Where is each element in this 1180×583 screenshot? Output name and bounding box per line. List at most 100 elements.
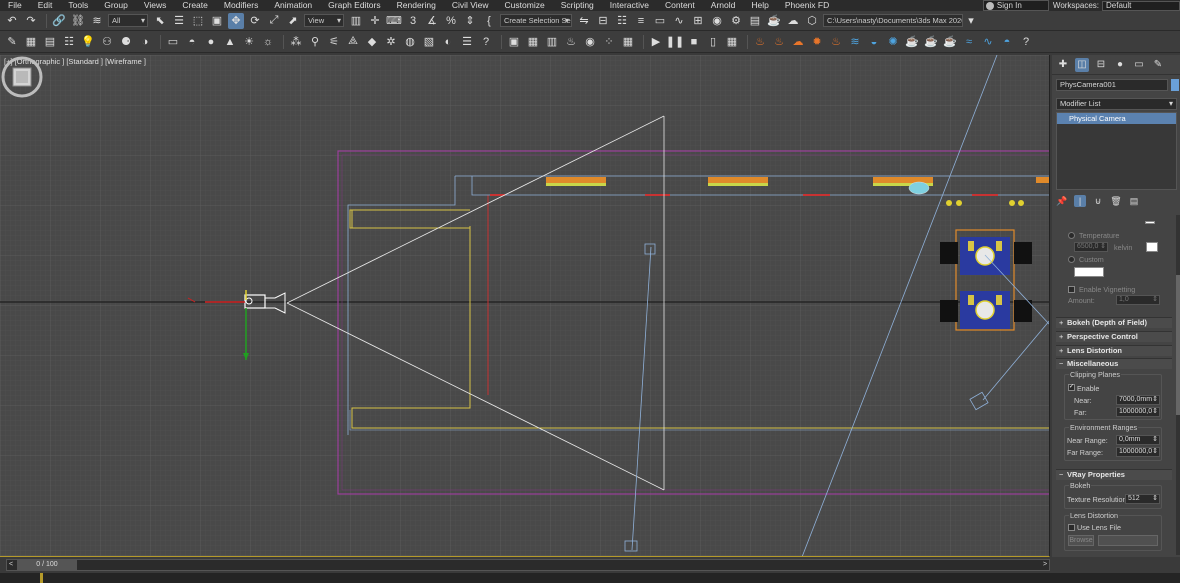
menu-interactive[interactable]: Interactive	[602, 0, 657, 11]
beer-preset-icon[interactable]: ☕	[904, 34, 920, 50]
vray-sphere-icon[interactable]: ◍	[402, 34, 418, 50]
orthographic-viewport[interactable]: [+] [Orthographic ] [Standard ] [Wirefra…	[0, 55, 1050, 557]
keyboard-shortcut-icon[interactable]: ⌨	[386, 13, 402, 29]
temperature-color-swatch[interactable]	[1146, 242, 1158, 252]
menu-create[interactable]: Create	[174, 0, 216, 11]
render-icon[interactable]: ☕	[766, 13, 782, 29]
percent-snap-icon[interactable]: %	[443, 13, 459, 29]
menu-modifiers[interactable]: Modifiers	[216, 0, 266, 11]
curve-editor-icon[interactable]: ∿	[671, 13, 687, 29]
rollout-vray-properties[interactable]: VRay Properties	[1056, 469, 1172, 480]
phoenix-emitter-icon[interactable]: ▦	[620, 34, 636, 50]
toggle-layer-explorer-icon[interactable]: ≡	[633, 13, 649, 29]
menu-phoenix-fd[interactable]: Phoenix FD	[777, 0, 837, 11]
configure-modifier-sets-icon[interactable]: ▤	[1128, 195, 1140, 207]
rollout-perspective-control[interactable]: Perspective Control	[1056, 331, 1172, 342]
link-icon[interactable]: 🔗	[51, 13, 67, 29]
remove-modifier-icon[interactable]: 🗑	[1110, 195, 1122, 207]
selection-filter-dropdown[interactable]: All	[108, 14, 148, 27]
fire-preset-icon[interactable]: ♨	[752, 34, 768, 50]
vray-clipper-icon[interactable]: ◆	[364, 34, 380, 50]
menu-arnold[interactable]: Arnold	[703, 0, 744, 11]
modifier-list-dropdown[interactable]: Modifier List	[1056, 98, 1177, 110]
phoenix-particles-icon[interactable]: ⁘	[601, 34, 617, 50]
align-icon[interactable]: ⊟	[595, 13, 611, 29]
render-setup-icon[interactable]: ⚙	[728, 13, 744, 29]
custom-color-swatch[interactable]	[1074, 267, 1104, 277]
water-preset-icon[interactable]: ≋	[847, 34, 863, 50]
redo-icon[interactable]: ↷	[23, 13, 39, 29]
stop-icon[interactable]: ■	[686, 34, 702, 50]
vray-mesh-export-icon[interactable]: ▧	[421, 34, 437, 50]
object-color-swatch[interactable]	[1171, 79, 1179, 91]
use-lens-file-checkbox[interactable]	[1068, 524, 1075, 531]
ocean-preset-icon[interactable]: ≈	[961, 34, 977, 50]
mirror-icon[interactable]: ⇋	[576, 13, 592, 29]
enable-clipping-checkbox[interactable]: ✓	[1068, 384, 1075, 391]
menu-animation[interactable]: Animation	[266, 0, 320, 11]
object-name-field[interactable]: PhysCamera001	[1056, 79, 1168, 91]
toggle-scene-explorer-icon[interactable]: ☷	[614, 13, 630, 29]
rotate-icon[interactable]: ⟳	[247, 13, 263, 29]
rollout-miscellaneous[interactable]: Miscellaneous	[1056, 358, 1172, 369]
brush-icon[interactable]: ✎	[4, 34, 20, 50]
viewcube-icon[interactable]	[0, 55, 44, 99]
flame-preset-icon[interactable]: ♨	[771, 34, 787, 50]
menu-content[interactable]: Content	[657, 0, 703, 11]
menu-edit[interactable]: Edit	[30, 0, 61, 11]
splash-preset-icon[interactable]: ✺	[885, 34, 901, 50]
vray-proxy-icon[interactable]: ⁂	[288, 34, 304, 50]
vray-vrscene-icon[interactable]: ◐	[440, 34, 456, 50]
phoenix-fire-icon[interactable]: ▣	[506, 34, 522, 50]
far-range-spinner[interactable]: 1000000,0	[1116, 447, 1160, 457]
pause-icon[interactable]: ❚❚	[666, 34, 684, 50]
show-end-result-icon[interactable]: |	[1074, 195, 1086, 207]
vray-bulb-icon[interactable]: 💡	[80, 34, 96, 50]
custom-radio[interactable]	[1068, 256, 1075, 263]
edit-named-selection-icon[interactable]: {	[481, 13, 497, 29]
menu-group[interactable]: Group	[96, 0, 136, 11]
a360-icon[interactable]: ⬡	[804, 13, 820, 29]
schematic-view-icon[interactable]: ⊞	[690, 13, 706, 29]
vray-scatter-icon[interactable]: ✲	[383, 34, 399, 50]
vray-spot-light-icon[interactable]: ▲	[222, 34, 238, 50]
menu-customize[interactable]: Customize	[497, 0, 553, 11]
explosion-preset-icon[interactable]: ✹	[809, 34, 825, 50]
menu-scripting[interactable]: Scripting	[553, 0, 602, 11]
pour-preset-icon[interactable]: ◒	[866, 34, 882, 50]
white-balance-swatch[interactable]	[1145, 221, 1155, 224]
rect-selection-icon[interactable]: ⬚	[190, 13, 206, 29]
phoenix-source-icon[interactable]: ▥	[544, 34, 560, 50]
stack-item-physical-camera[interactable]: Physical Camera	[1057, 113, 1176, 124]
temperature-spinner[interactable]: 6500,0	[1074, 242, 1108, 252]
menu-views[interactable]: Views	[136, 0, 175, 11]
near-range-spinner[interactable]: 0,0mm	[1116, 435, 1160, 445]
pivot-icon[interactable]: ▥	[348, 13, 364, 29]
menu-rendering[interactable]: Rendering	[389, 0, 444, 11]
delete-cache-icon[interactable]: ▯	[705, 34, 721, 50]
rollout-lens-distortion[interactable]: Lens Distortion	[1056, 345, 1172, 356]
select-manipulate-icon[interactable]: ✛	[367, 13, 383, 29]
vray-lister-icon[interactable]: ☰	[459, 34, 475, 50]
pin-stack-icon[interactable]: 📌	[1056, 195, 1068, 207]
vray-frame-buffer-icon[interactable]: ▦	[23, 34, 39, 50]
time-slider-next[interactable]: >	[1041, 560, 1049, 570]
time-slider-prev[interactable]: <	[7, 560, 15, 570]
material-editor-icon[interactable]: ◉	[709, 13, 725, 29]
workspace-dropdown[interactable]: Default	[1102, 0, 1180, 11]
make-unique-icon[interactable]: ⊍	[1092, 195, 1104, 207]
vray-displacement-icon[interactable]: ⚟	[326, 34, 342, 50]
vray-ies-icon[interactable]: ⚇	[99, 34, 115, 50]
render-cloud-icon[interactable]: ☁	[785, 13, 801, 29]
place-icon[interactable]: ⬈	[285, 13, 301, 29]
texture-resolution-spinner[interactable]: 512	[1125, 494, 1160, 504]
snap-toggle-icon[interactable]: 3	[405, 13, 421, 29]
phoenix-liquid-icon[interactable]: ◉	[582, 34, 598, 50]
temperature-radio[interactable]	[1068, 232, 1075, 239]
vray-settings-icon[interactable]: ▤	[42, 34, 58, 50]
scale-icon[interactable]: ⤢	[266, 13, 282, 29]
time-slider-thumb[interactable]: 0 / 100	[17, 560, 77, 570]
undo-icon[interactable]: ↶	[4, 13, 20, 29]
angle-snap-icon[interactable]: ∡	[424, 13, 440, 29]
menu-file[interactable]: File	[0, 0, 30, 11]
